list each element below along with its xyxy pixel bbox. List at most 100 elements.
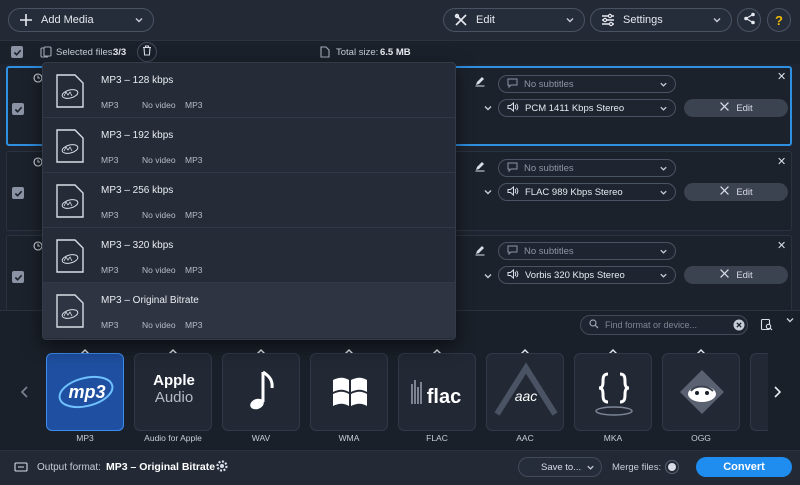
pencil-icon[interactable] [474, 75, 486, 90]
format-search-placeholder: Find format or device... [605, 320, 698, 330]
mp3-icon: mp3 [58, 375, 114, 409]
row-edit-button[interactable]: Edit [684, 99, 788, 117]
pencil-icon[interactable] [474, 160, 486, 175]
format-tile-mka[interactable] [574, 353, 652, 431]
delete-button[interactable] [137, 42, 157, 62]
chevron-down-icon [712, 15, 722, 25]
aac-icon: aac [494, 362, 558, 416]
format-tile-next-partial[interactable] [750, 353, 768, 431]
format-label-mp3: MP3 [76, 433, 94, 443]
share-icon [743, 12, 756, 28]
scroll-left-icon[interactable] [20, 385, 30, 402]
output-format-value[interactable]: MP3 – Original Bitrate [106, 461, 215, 473]
chevron-down-icon [659, 271, 668, 283]
total-size-value: 6.5 MB [380, 47, 411, 58]
format-search[interactable]: Find format or device... [580, 315, 748, 335]
add-media-button[interactable]: Add Media [8, 8, 154, 32]
chevron-down-icon[interactable] [483, 103, 493, 116]
bottom-bar: Output format: MP3 – Original Bitrate Sa… [0, 450, 800, 485]
edit-menu-button[interactable]: Edit [443, 8, 585, 32]
row-edit-button[interactable]: Edit [684, 266, 788, 284]
preset-item[interactable]: MP3 – 256 kbps MP3 No video MP3 [43, 173, 455, 228]
preset-video: No video [142, 155, 176, 165]
save-to-button[interactable]: Save to... [518, 457, 602, 477]
chevron-down-icon [659, 247, 668, 259]
row-checkbox[interactable] [12, 187, 24, 199]
tools-icon [719, 101, 730, 115]
search-icon [589, 319, 599, 331]
speech-bubble-icon [507, 78, 518, 91]
convert-button[interactable]: Convert [696, 457, 792, 477]
files-icon [40, 46, 52, 61]
preset-title: MP3 – 256 kbps [101, 185, 174, 196]
help-button[interactable]: ? [767, 8, 791, 32]
collapse-panel-icon[interactable] [785, 315, 795, 328]
selected-files-label: Selected files: [56, 47, 116, 58]
subtitles-select[interactable]: No subtitles [498, 159, 676, 177]
save-to-label: Save to... [541, 461, 582, 473]
format-label-ogg: OGG [691, 433, 711, 443]
close-icon[interactable]: ✕ [777, 239, 786, 252]
preset-item-selected[interactable]: MP3 – Original Bitrate MP3 No video MP3 [43, 283, 455, 338]
format-label-wma: WMA [338, 433, 360, 443]
apple-tile-line1: Apple [153, 372, 195, 389]
row-edit-label: Edit [736, 102, 753, 114]
settings-button[interactable]: Settings [590, 8, 732, 32]
preset-item[interactable]: MP3 – 128 kbps MP3 No video MP3 [43, 63, 455, 118]
audio-track-select[interactable]: FLAC 989 Kbps Stereo [498, 183, 676, 201]
format-tile-flac[interactable]: flac [398, 353, 476, 431]
top-toolbar: Add Media Edit Settings ? [0, 0, 800, 40]
audio-track-select[interactable]: PCM 1411 Kbps Stereo [498, 99, 676, 117]
tools-icon [719, 268, 730, 282]
device-detect-icon[interactable] [760, 318, 773, 334]
mp3-file-icon [56, 74, 84, 108]
format-tile-apple-audio[interactable]: Apple Audio [134, 353, 212, 431]
preset-item[interactable]: MP3 – 320 kbps MP3 No video MP3 [43, 228, 455, 283]
document-icon [320, 46, 330, 61]
selection-bar: Selected files: 3/3 Total size: 6.5 MB [0, 40, 800, 64]
chevron-down-icon[interactable] [483, 187, 493, 200]
merge-files-toggle[interactable] [665, 460, 679, 474]
subtitles-select[interactable]: No subtitles [498, 75, 676, 93]
format-tile-aac[interactable]: aac [486, 353, 564, 431]
output-format-label: Output format: [37, 462, 101, 473]
pencil-icon[interactable] [474, 244, 486, 259]
preset-audio: MP3 [185, 210, 203, 220]
close-icon[interactable]: ✕ [777, 70, 786, 83]
close-icon[interactable]: ✕ [777, 155, 786, 168]
chevron-down-icon[interactable] [483, 271, 493, 284]
format-tile-wav[interactable] [222, 353, 300, 431]
preset-dropdown: MP3 – 128 kbps MP3 No video MP3 MP3 – 19… [42, 62, 456, 340]
gear-icon[interactable] [215, 459, 229, 476]
format-tile-mp3[interactable]: mp3 [46, 353, 124, 431]
row-edit-button[interactable]: Edit [684, 183, 788, 201]
tools-icon [719, 185, 730, 199]
share-button[interactable] [737, 8, 761, 32]
edit-menu-label: Edit [476, 14, 495, 26]
speaker-icon [507, 185, 519, 199]
audio-track-select[interactable]: Vorbis 320 Kbps Stereo [498, 266, 676, 284]
preset-item[interactable]: MP3 – 192 kbps MP3 No video MP3 [43, 118, 455, 173]
subtitles-select[interactable]: No subtitles [498, 242, 676, 260]
selected-files-count: 3/3 [113, 47, 127, 58]
trash-icon [142, 45, 152, 59]
format-tile-ogg[interactable] [662, 353, 740, 431]
output-file-icon [14, 461, 28, 476]
audio-track-value: PCM 1411 Kbps Stereo [525, 102, 625, 114]
preset-container: MP3 [101, 265, 119, 275]
row-checkbox[interactable] [12, 103, 24, 115]
row-checkbox[interactable] [12, 271, 24, 283]
preset-audio: MP3 [185, 155, 203, 165]
preset-container: MP3 [101, 320, 119, 330]
scroll-right-icon[interactable] [772, 385, 782, 402]
format-label-apple: Audio for Apple [144, 433, 202, 443]
format-tile-wma[interactable] [310, 353, 388, 431]
format-label-wav: WAV [251, 433, 271, 443]
select-all-checkbox[interactable] [11, 46, 23, 58]
total-size-label: Total size: [336, 47, 379, 58]
plus-icon [19, 13, 33, 27]
mp3-file-icon [56, 294, 84, 328]
chevron-down-icon [659, 104, 668, 116]
settings-label: Settings [623, 14, 663, 26]
clear-search-icon[interactable] [733, 319, 745, 334]
